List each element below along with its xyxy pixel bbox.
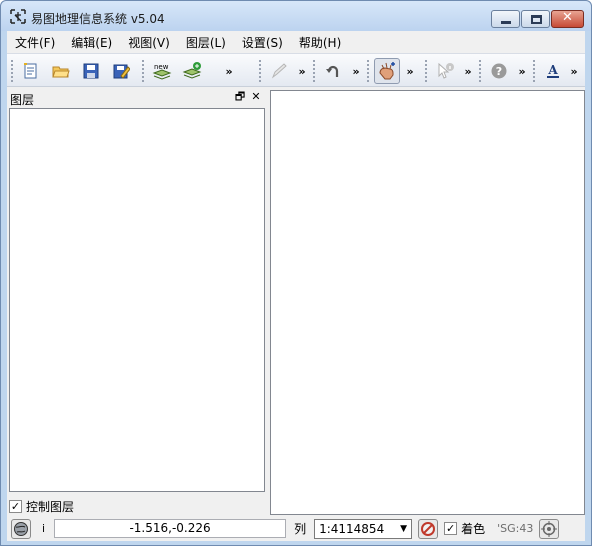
close-button[interactable]: ✕ [551, 10, 584, 28]
open-folder-icon [52, 66, 70, 78]
toolbar-grip[interactable] [479, 60, 482, 82]
toolbar-overflow-chevron[interactable]: » [296, 65, 308, 78]
toolbar-help-group: ? » [479, 58, 528, 84]
layers-panel: 图层 🗗 ✕ ✓ 控制图层 [7, 88, 267, 518]
toolbar-overflow-chevron[interactable]: » [568, 65, 580, 78]
layers-panel-header: 图层 🗗 ✕ [7, 88, 267, 108]
toolbar-grip[interactable] [259, 60, 262, 82]
add-layer-button[interactable] [179, 58, 205, 84]
info-pointer-icon [438, 62, 454, 79]
save-button[interactable] [78, 58, 104, 84]
toolbar-grip[interactable] [313, 60, 316, 82]
toolbar-edit-group: » [259, 58, 308, 84]
menu-bar: 文件(F) 编辑(E) 视图(V) 图层(L) 设置(S) 帮助(H) [7, 31, 585, 52]
menu-layer[interactable]: 图层(L) [178, 31, 234, 52]
toolbar-grip[interactable] [367, 60, 370, 82]
save-disk-icon [83, 63, 99, 79]
toolbar-pan-group: » [367, 58, 416, 84]
toolbar-layer-group: new » [142, 58, 235, 84]
globe-button[interactable] [11, 518, 31, 539]
prohibited-icon [421, 521, 436, 536]
app-logo-icon [10, 9, 26, 24]
float-panel-icon[interactable]: 🗗 [233, 90, 247, 104]
toolbar: new » » » » » ? » A » [7, 53, 585, 87]
pencil-icon [271, 63, 287, 79]
info-button[interactable] [432, 58, 458, 84]
new-document-icon [24, 63, 37, 79]
pan-button[interactable] [374, 58, 400, 84]
gps-button[interactable] [539, 518, 560, 539]
menu-file[interactable]: 文件(F) [7, 31, 63, 52]
toolbar-overflow-chevron[interactable]: » [223, 65, 235, 78]
undo-button[interactable] [320, 58, 346, 84]
no-symbol-button[interactable] [418, 518, 439, 539]
column-label: 列 [294, 522, 307, 536]
chevron-down-icon: ▼ [400, 523, 408, 534]
color-checkbox[interactable]: ✓ [444, 522, 458, 535]
layers-panel-title: 图层 [10, 93, 35, 107]
open-button[interactable] [48, 58, 74, 84]
font-color-icon: A [547, 63, 559, 78]
layer-list[interactable] [9, 108, 265, 492]
maximize-button[interactable] [521, 10, 550, 28]
control-layers-row[interactable]: ✓ 控制图层 [9, 497, 74, 515]
font-color-button[interactable]: A [540, 58, 566, 84]
toolbar-grip[interactable] [11, 60, 14, 82]
crosshair-icon [541, 520, 558, 537]
help-icon: ? [491, 63, 507, 79]
control-layers-label[interactable]: 控制图层 [26, 498, 74, 515]
pan-hand-icon [379, 62, 395, 80]
save-as-button[interactable] [108, 58, 134, 84]
save-as-icon [113, 64, 130, 79]
client-area: 文件(F) 编辑(E) 视图(V) 图层(L) 设置(S) 帮助(H) new … [7, 31, 585, 541]
pin-icon: ⅰ [42, 522, 46, 535]
close-icon: ✕ [562, 10, 573, 25]
new-layer-icon: new [152, 63, 172, 80]
window-title: 易图地理信息系统 v5.04 [31, 12, 165, 26]
minimize-button[interactable] [491, 10, 520, 28]
scale-value: 1:4114854 [319, 521, 385, 536]
add-layer-icon [182, 62, 202, 79]
new-document-button[interactable] [18, 58, 44, 84]
map-canvas[interactable] [270, 90, 585, 515]
status-bar: ⅰ -1.516,-0.226 列 1:4114854 ▼ ✓ 着色 'SG:4… [7, 516, 585, 541]
toolbar-font-group: A » [533, 58, 580, 84]
svg-text:A: A [547, 63, 558, 77]
menu-help[interactable]: 帮助(H) [291, 31, 349, 52]
minimize-icon [501, 21, 511, 24]
pencil-button[interactable] [266, 58, 292, 84]
toolbar-overflow-chevron[interactable]: » [462, 65, 474, 78]
undo-icon [326, 65, 339, 77]
color-label[interactable]: 着色 [461, 520, 485, 537]
toolbar-overflow-chevron[interactable]: » [516, 65, 528, 78]
toolbar-overflow-chevron[interactable]: » [350, 65, 362, 78]
toolbar-undo-group: » [313, 58, 362, 84]
toolbar-grip[interactable] [142, 60, 145, 82]
toolbar-info-group: » [425, 58, 474, 84]
menu-edit[interactable]: 编辑(E) [63, 31, 120, 52]
close-panel-icon[interactable]: ✕ [249, 90, 263, 104]
scale-select[interactable]: 1:4114854 ▼ [314, 518, 413, 539]
coordinates-field[interactable]: -1.516,-0.226 [54, 519, 287, 538]
globe-icon [14, 521, 28, 536]
help-button[interactable]: ? [486, 58, 512, 84]
control-layers-checkbox[interactable]: ✓ [9, 499, 22, 513]
maximize-icon [531, 15, 542, 24]
menu-settings[interactable]: 设置(S) [234, 31, 291, 52]
app-window: 易图地理信息系统 v5.04 ✕ 文件(F) 编辑(E) 视图(V) 图层(L)… [0, 0, 592, 546]
toolbar-grip[interactable] [533, 60, 536, 82]
menu-view[interactable]: 视图(V) [120, 31, 178, 52]
toolbar-file-group [11, 58, 138, 84]
title-bar[interactable]: 易图地理信息系统 v5.04 ✕ [1, 1, 591, 31]
toolbar-grip[interactable] [425, 60, 428, 82]
toolbar-overflow-chevron[interactable]: » [404, 65, 416, 78]
svg-text:?: ? [496, 65, 502, 78]
new-layer-button[interactable]: new [149, 58, 175, 84]
srs-label: 'SG:43 [497, 522, 534, 535]
